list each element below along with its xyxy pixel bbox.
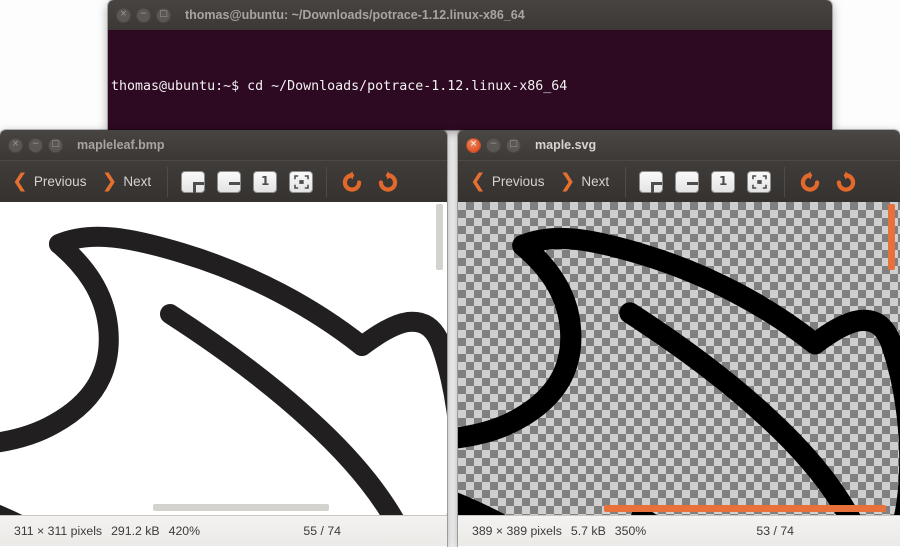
bmp-best-fit-button[interactable] — [289, 170, 314, 193]
chevron-right-icon: ❯ — [559, 170, 576, 192]
bmp-rotate-left-button[interactable] — [339, 169, 365, 195]
svg-horizontal-scrollbar[interactable] — [604, 505, 886, 512]
close-icon: × — [469, 139, 478, 149]
svg-image-canvas[interactable] — [458, 202, 900, 515]
terminal-window-buttons: × − □ — [116, 7, 171, 23]
rotate-right-icon — [378, 170, 398, 192]
svg-status-left: 389 × 389 pixels 5.7 kB 350% — [472, 524, 646, 538]
toolbar-separator — [167, 166, 169, 197]
bmp-image-canvas[interactable] — [0, 202, 447, 515]
bmp-next-label: Next — [123, 174, 152, 189]
terminal-line: thomas@ubuntu:~$ cd ~/Downloads/potrace-… — [111, 79, 568, 94]
rotate-left-icon — [800, 170, 820, 192]
bmp-rotate-right-button[interactable] — [375, 169, 401, 195]
bmp-titlebar[interactable]: × − □ mapleleaf.bmp — [0, 130, 447, 160]
bmp-position: 55 / 74 — [303, 524, 341, 538]
terminal-close-button[interactable]: × — [116, 7, 131, 23]
maple-vector-image — [458, 227, 900, 515]
bmp-window-buttons: × − □ — [8, 137, 63, 153]
bmp-previous-label: Previous — [33, 174, 87, 189]
bmp-horizontal-scrollbar[interactable] — [153, 504, 329, 511]
rotate-left-icon — [342, 170, 362, 192]
bmp-normal-size-button[interactable]: 1 — [253, 170, 278, 193]
best-fit-icon — [293, 174, 309, 189]
terminal-output[interactable]: thomas@ubuntu:~$ cd ~/Downloads/potrace-… — [108, 30, 832, 130]
bmp-window-title: mapleleaf.bmp — [77, 138, 165, 152]
bmp-vertical-scrollbar[interactable] — [436, 204, 443, 270]
mapleleaf-bitmap-image — [0, 202, 447, 515]
terminal-window[interactable]: × − □ thomas@ubuntu: ~/Downloads/potrace… — [108, 0, 832, 130]
svg-previous-label: Previous — [491, 174, 545, 189]
svg-zoom-level: 350% — [614, 524, 647, 538]
bmp-zoom-level: 420% — [168, 524, 201, 538]
image-viewer-bmp-window[interactable]: × − □ mapleleaf.bmp ❮ Previous ❯ Next 1 — [0, 130, 447, 547]
svg-titlebar[interactable]: × − □ maple.svg — [458, 130, 900, 160]
one-to-one-icon: 1 — [260, 174, 270, 188]
bmp-filesize: 291.2 kB — [111, 524, 160, 538]
toolbar-separator — [784, 166, 786, 197]
bmp-minimize-button[interactable]: − — [28, 137, 43, 153]
toolbar-separator — [326, 166, 328, 197]
desktop: × − □ thomas@ubuntu: ~/Downloads/potrace… — [0, 0, 900, 547]
svg-zoom-in-button[interactable] — [639, 170, 664, 193]
minimize-icon: − — [31, 139, 40, 149]
svg-rotate-left-button[interactable] — [797, 169, 823, 195]
svg-close-button[interactable]: × — [466, 137, 481, 153]
maximize-icon: □ — [159, 9, 168, 19]
terminal-maximize-button[interactable]: □ — [156, 7, 171, 23]
svg-rotate-right-button[interactable] — [833, 169, 859, 195]
bmp-zoom-in-button[interactable] — [181, 170, 206, 193]
chevron-left-icon: ❮ — [470, 170, 486, 192]
bmp-close-button[interactable]: × — [8, 137, 23, 153]
svg-normal-size-button[interactable]: 1 — [711, 170, 736, 193]
svg-window-title: maple.svg — [535, 138, 597, 152]
rotate-right-icon — [836, 170, 856, 192]
bmp-status-left: 311 × 311 pixels 291.2 kB 420% — [14, 524, 200, 538]
bmp-previous-button[interactable]: ❮ Previous — [6, 172, 95, 191]
maximize-icon: □ — [51, 139, 60, 149]
svg-window-buttons: × − □ — [466, 137, 521, 153]
close-icon: × — [119, 9, 128, 19]
svg-next-label: Next — [581, 174, 610, 189]
svg-minimize-button[interactable]: − — [486, 137, 501, 153]
bmp-statusbar: 311 × 311 pixels 291.2 kB 420% 55 / 74 — [0, 515, 447, 546]
svg-vertical-scrollbar[interactable] — [888, 204, 895, 270]
image-viewer-svg-window[interactable]: × − □ maple.svg ❮ Previous ❯ Next 1 389 … — [458, 130, 900, 547]
terminal-minimize-button[interactable]: − — [136, 7, 151, 23]
minimize-icon: − — [139, 9, 148, 19]
svg-toolbar: ❮ Previous ❯ Next 1 — [458, 160, 900, 202]
bmp-maximize-button[interactable]: □ — [48, 137, 63, 153]
maximize-icon: □ — [509, 139, 518, 149]
svg-filesize: 5.7 kB — [570, 524, 606, 538]
svg-maximize-button[interactable]: □ — [506, 137, 521, 153]
svg-previous-button[interactable]: ❮ Previous — [464, 172, 553, 191]
one-to-one-icon: 1 — [718, 174, 728, 188]
terminal-title: thomas@ubuntu: ~/Downloads/potrace-1.12.… — [185, 8, 525, 22]
toolbar-separator — [625, 166, 627, 197]
bmp-dimensions: 311 × 311 pixels — [14, 524, 103, 538]
close-icon: × — [11, 139, 20, 149]
svg-best-fit-button[interactable] — [747, 170, 772, 193]
svg-statusbar: 389 × 389 pixels 5.7 kB 350% 53 / 74 — [458, 515, 900, 546]
svg-next-button[interactable]: ❯ Next — [553, 172, 618, 191]
chevron-right-icon: ❯ — [101, 170, 118, 192]
svg-dimensions: 389 × 389 pixels — [472, 524, 562, 538]
minimize-icon: − — [489, 139, 498, 149]
terminal-titlebar[interactable]: × − □ thomas@ubuntu: ~/Downloads/potrace… — [108, 0, 832, 30]
svg-zoom-out-button[interactable] — [675, 170, 700, 193]
best-fit-icon — [751, 174, 767, 189]
bmp-toolbar: ❮ Previous ❯ Next 1 — [0, 160, 447, 202]
chevron-left-icon: ❮ — [12, 170, 28, 192]
bmp-next-button[interactable]: ❯ Next — [95, 172, 160, 191]
svg-position: 53 / 74 — [756, 524, 794, 538]
bmp-zoom-out-button[interactable] — [217, 170, 242, 193]
